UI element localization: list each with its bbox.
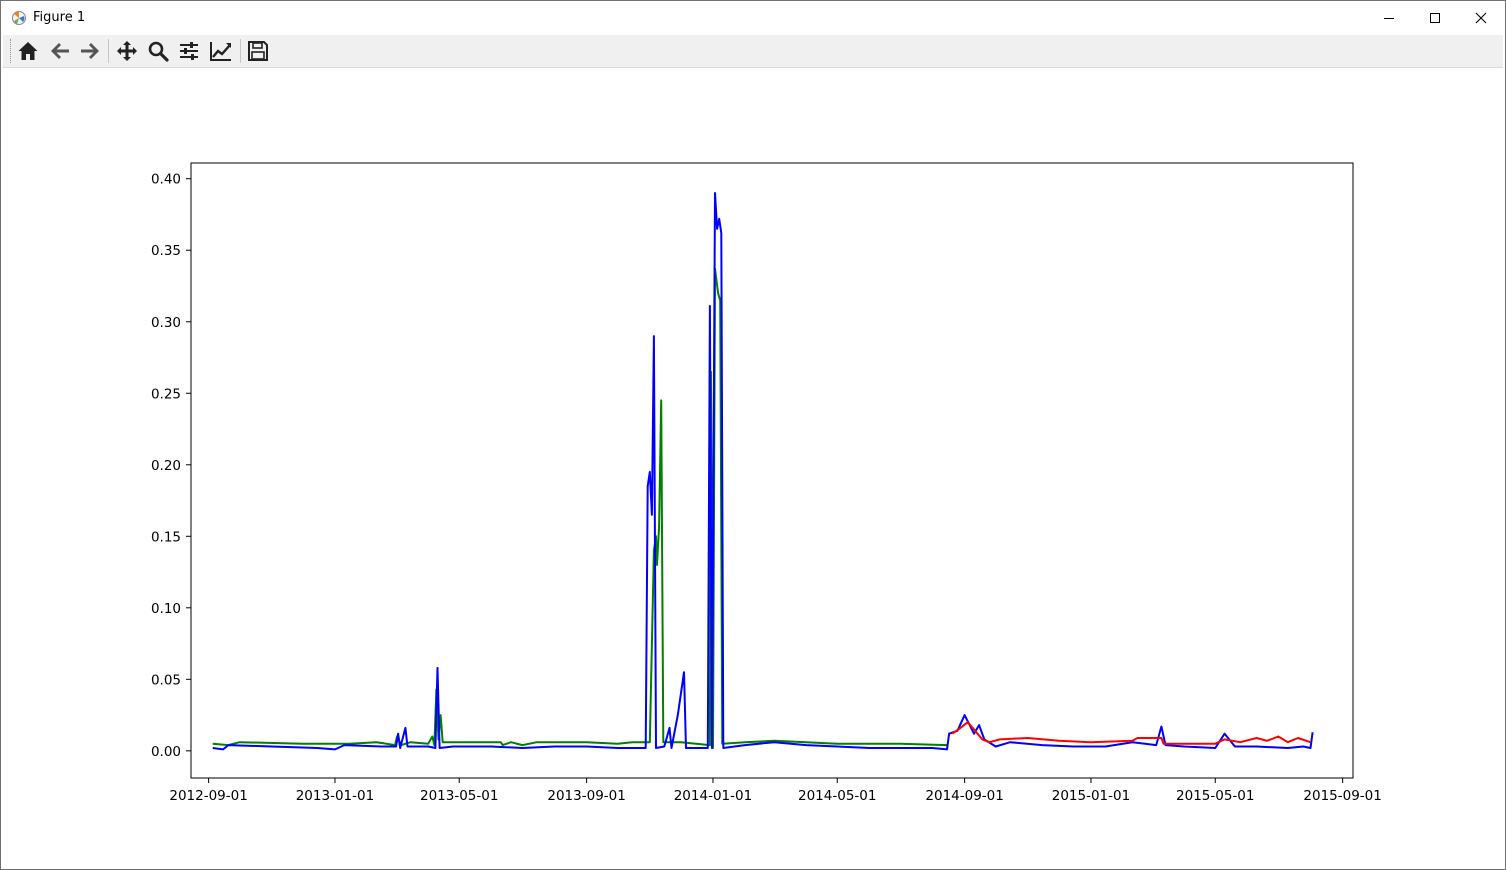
y-tick-label: 0.20 — [151, 458, 181, 474]
x-tick-label: 2013-09-01 — [547, 788, 625, 804]
y-tick-label: 0.10 — [151, 601, 181, 617]
y-tick-label: 0.05 — [151, 672, 181, 688]
x-tick-label: 2013-05-01 — [420, 788, 498, 804]
x-tick-label: 2012-09-01 — [169, 788, 247, 804]
y-tick-label: 0.30 — [151, 315, 181, 331]
x-tick-label: 2015-01-01 — [1052, 788, 1130, 804]
y-tick-label: 0.35 — [151, 243, 181, 259]
x-tick-label: 2015-09-01 — [1303, 788, 1381, 804]
x-tick-label: 2014-05-01 — [798, 788, 876, 804]
y-tick-label: 0.40 — [151, 172, 181, 188]
series-line-2 — [212, 192, 1314, 751]
x-tick-label: 2015-05-01 — [1176, 788, 1254, 804]
y-tick-label: 0.25 — [151, 386, 181, 402]
x-tick-label: 2014-01-01 — [674, 788, 752, 804]
figure-canvas[interactable]: 2012-09-01 2013-01-01 2013-05-01 2013-09-01… — [0, 0, 1506, 870]
series-line-3 — [951, 721, 1311, 745]
axes-frame — [190, 162, 1354, 779]
y-tick-label: 0.15 — [151, 529, 181, 545]
y-tick-label: 0.00 — [151, 744, 181, 760]
x-tick-label: 2013-01-01 — [296, 788, 374, 804]
x-tick-label: 2014-09-01 — [925, 788, 1003, 804]
series-line-1 — [212, 267, 948, 749]
